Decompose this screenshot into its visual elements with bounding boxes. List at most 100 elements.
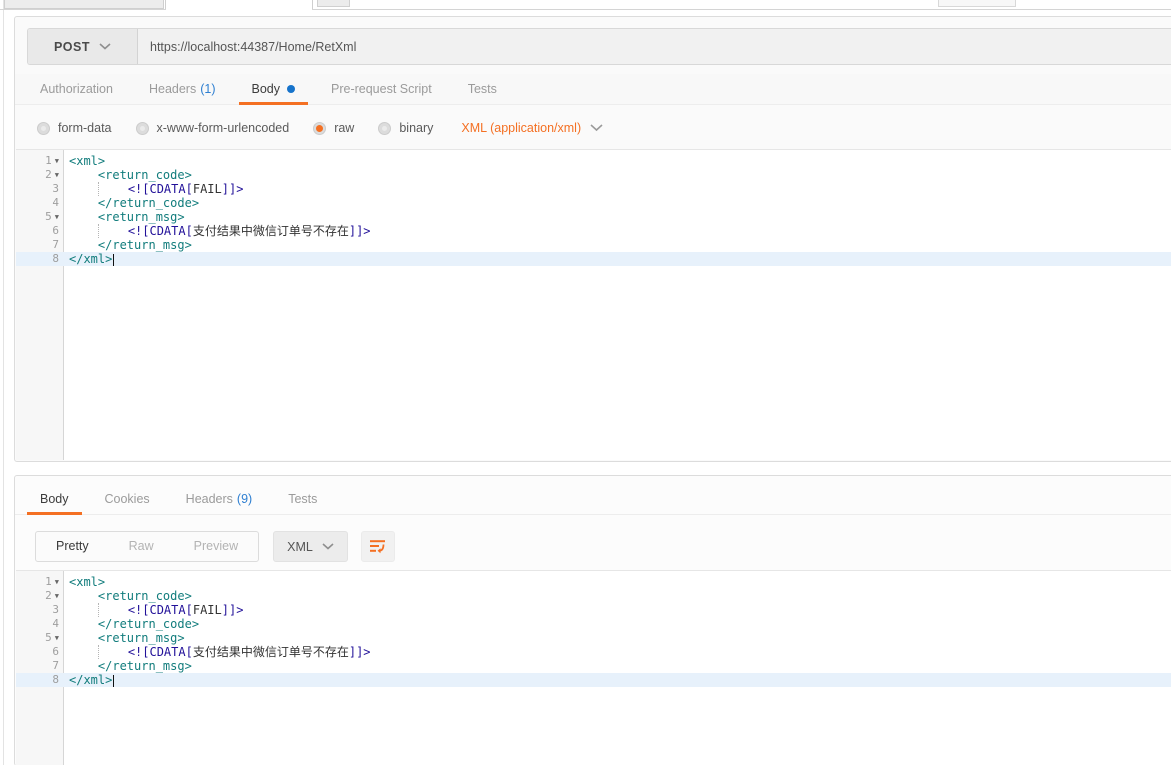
code-text: <return_code> — [64, 589, 192, 603]
line-number: 8 — [16, 252, 64, 266]
line-number-text: 7 — [52, 659, 59, 673]
code-token — [69, 617, 98, 631]
line-number-text: 3 — [52, 603, 59, 617]
code-token: <![CDATA[ — [128, 224, 193, 238]
wrap-text-icon — [369, 539, 386, 554]
fold-arrow-icon[interactable]: ▼ — [55, 593, 59, 600]
code-line: 1▼<xml> — [16, 575, 1171, 589]
tab-body[interactable]: Body — [239, 74, 309, 104]
code-token: </return_code> — [98, 196, 199, 210]
fold-arrow-icon[interactable]: ▼ — [55, 635, 59, 642]
code-token — [69, 589, 98, 603]
tab-label: Pre-request Script — [331, 82, 432, 96]
fold-arrow-icon[interactable]: ▼ — [55, 579, 59, 586]
code-text: <return_msg> — [64, 631, 185, 645]
code-token: FAIL — [193, 603, 222, 617]
body-mode-binary[interactable]: binary — [378, 121, 433, 135]
line-number: 7 — [16, 659, 64, 673]
top-tab-partial-2[interactable] — [317, 0, 350, 7]
request-tab-bar — [0, 0, 1171, 11]
view-mode-pretty[interactable]: Pretty — [36, 532, 109, 561]
code-token: ]]> — [349, 224, 371, 238]
wrap-text-button[interactable] — [361, 531, 395, 562]
method-label: POST — [54, 40, 90, 54]
response-format-select[interactable]: XML — [273, 531, 348, 562]
response-body-editor[interactable]: 1▼<xml>2▼ <return_code>3 <![CDATA[FAIL]]… — [16, 570, 1171, 765]
code-line: 7 </return_msg> — [16, 238, 1171, 252]
line-number-text: 6 — [52, 224, 59, 238]
code-text: <![CDATA[FAIL]]> — [64, 182, 243, 196]
chevron-down-icon — [322, 543, 334, 550]
code-line: 6 <![CDATA[支付结果中微信订单号不存在]]> — [16, 645, 1171, 659]
tab-tests[interactable]: Tests — [455, 74, 510, 104]
body-mode-row: form-datax-www-form-urlencodedrawbinary … — [37, 109, 603, 147]
tab-tests[interactable]: Tests — [275, 484, 330, 514]
body-mode-raw[interactable]: raw — [313, 121, 354, 135]
line-number-text: 2 — [45, 168, 52, 182]
tab-pre-request-script[interactable]: Pre-request Script — [318, 74, 445, 104]
code-token: </return_code> — [98, 617, 199, 631]
tab-label: Body — [252, 82, 281, 96]
fold-arrow-icon[interactable]: ▼ — [55, 172, 59, 179]
radio-icon — [378, 122, 391, 135]
fold-arrow-icon[interactable]: ▼ — [55, 214, 59, 221]
tab-cookies[interactable]: Cookies — [92, 484, 163, 514]
line-number: 2▼ — [16, 589, 64, 603]
line-number-text: 8 — [52, 673, 59, 687]
code-token: ]]> — [349, 645, 371, 659]
line-number: 6 — [16, 224, 64, 238]
body-modified-dot — [287, 85, 295, 93]
method-select[interactable]: POST — [28, 29, 138, 64]
response-toolbar: PrettyRawPreview XML — [35, 531, 395, 562]
view-mode-preview[interactable]: Preview — [174, 532, 258, 561]
tab-label: Authorization — [40, 82, 113, 96]
format-label: XML — [287, 540, 313, 554]
line-number: 6 — [16, 645, 64, 659]
line-number: 4 — [16, 617, 64, 631]
code-token — [69, 224, 98, 238]
code-token — [69, 196, 98, 210]
code-token: <return_msg> — [98, 210, 185, 224]
body-mode-x-www-form-urlencoded[interactable]: x-www-form-urlencoded — [136, 121, 290, 135]
code-token — [98, 182, 128, 196]
code-text: <![CDATA[FAIL]]> — [64, 603, 243, 617]
body-mode-form-data[interactable]: form-data — [37, 121, 112, 135]
view-mode-raw[interactable]: Raw — [109, 532, 174, 561]
editor-lines: 1▼<xml>2▼ <return_code>3 <![CDATA[FAIL]]… — [16, 154, 1171, 266]
top-tab-active[interactable] — [165, 0, 313, 10]
code-token: </return_msg> — [98, 238, 192, 252]
content-type-select[interactable]: XML (application/xml) — [461, 121, 603, 135]
top-tab-partial-1[interactable] — [4, 0, 164, 9]
content-type-label: XML (application/xml) — [461, 121, 581, 135]
view-mode-group: PrettyRawPreview — [35, 531, 259, 562]
line-number-text: 1 — [45, 154, 52, 168]
tab-headers[interactable]: Headers(1) — [136, 74, 229, 104]
request-tabs: Authorization Headers(1) Body Pre-request S… — [15, 74, 1171, 105]
code-token — [69, 659, 98, 673]
tab-authorization[interactable]: Authorization — [27, 74, 126, 104]
chevron-down-icon — [99, 43, 111, 50]
top-bar-control[interactable] — [938, 0, 1016, 7]
code-token: </return_msg> — [98, 659, 192, 673]
code-line: 8</xml> — [16, 252, 1171, 266]
code-line: 5▼ <return_msg> — [16, 631, 1171, 645]
line-number: 4 — [16, 196, 64, 210]
code-text: <![CDATA[支付结果中微信订单号不存在]]> — [64, 645, 371, 659]
request-body-editor[interactable]: 1▼<xml>2▼ <return_code>3 <![CDATA[FAIL]]… — [16, 149, 1171, 460]
tab-label: Headers — [149, 82, 196, 96]
line-number: 8 — [16, 673, 64, 687]
url-input[interactable]: https://localhost:44387/Home/RetXml — [138, 29, 1171, 64]
code-token — [69, 238, 98, 252]
code-line: 3 <![CDATA[FAIL]]> — [16, 603, 1171, 617]
code-token: <![CDATA[ — [128, 182, 193, 196]
line-number: 7 — [16, 238, 64, 252]
radio-dot — [140, 126, 145, 131]
line-number: 5▼ — [16, 631, 64, 645]
fold-arrow-icon[interactable]: ▼ — [55, 158, 59, 165]
code-token: <return_code> — [98, 589, 192, 603]
tab-headers[interactable]: Headers(9) — [173, 484, 266, 514]
tab-body[interactable]: Body — [27, 484, 82, 514]
code-text: <xml> — [64, 154, 105, 168]
body-mode-label: raw — [334, 121, 354, 135]
code-text: </return_code> — [64, 617, 199, 631]
